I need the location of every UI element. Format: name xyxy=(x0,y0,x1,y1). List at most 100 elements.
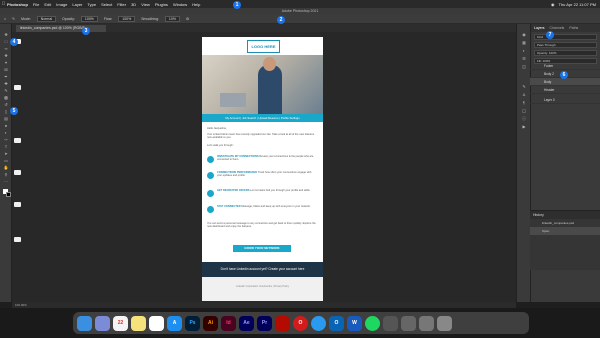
menu-type[interactable]: Type xyxy=(87,2,96,7)
notes-icon[interactable] xyxy=(131,315,146,331)
type-tool-icon[interactable]: T xyxy=(3,144,9,149)
layer-kind-filter[interactable]: Kind xyxy=(534,34,597,40)
character-panel-icon[interactable]: A xyxy=(521,92,527,97)
history-brush-icon[interactable]: ↺ xyxy=(3,102,9,107)
menu-select[interactable]: Select xyxy=(101,2,112,7)
photoshop-icon[interactable]: Ps xyxy=(185,315,200,331)
layer-row[interactable]: Layer 0 xyxy=(530,96,600,104)
shape-tool-icon[interactable]: ▭ xyxy=(3,158,9,163)
dodge-tool-icon[interactable]: ◐ xyxy=(3,130,9,135)
opacity-field[interactable]: 100% xyxy=(80,15,98,22)
brush-icon[interactable]: ✎ xyxy=(3,88,9,93)
smoothing-field[interactable]: 10% xyxy=(164,15,180,22)
canvas-guide-handle[interactable] xyxy=(14,237,21,242)
menu-plugins[interactable]: Plugins xyxy=(155,2,168,7)
glyphs-panel-icon[interactable]: ◯ xyxy=(521,108,527,113)
tab-layers[interactable]: Layers xyxy=(534,24,545,32)
photos-icon[interactable] xyxy=(419,315,434,331)
brush-tool-icon[interactable]: ✎ xyxy=(12,17,15,21)
menu-help[interactable]: Help xyxy=(192,2,200,7)
layer-row[interactable]: Header xyxy=(530,86,600,94)
path-select-icon[interactable]: ➤ xyxy=(3,151,9,156)
menu-app-name[interactable]: Photoshop xyxy=(7,2,28,7)
pen-tool-icon[interactable]: ✑ xyxy=(3,137,9,142)
healing-tool-icon[interactable]: ✚ xyxy=(3,81,9,86)
move-tool-icon[interactable]: ✥ xyxy=(3,32,9,37)
wifi-icon[interactable]: ◉ xyxy=(551,2,555,7)
clock[interactable]: Thu Apr 22 11:07 PM xyxy=(558,2,596,7)
trash-icon[interactable] xyxy=(437,315,452,331)
email-footer: Linkedin Corporation Unsubscribe | Priva… xyxy=(202,277,323,301)
canvas-guide-handle[interactable] xyxy=(14,202,21,207)
zoom-level[interactable]: 100.00% xyxy=(15,303,27,307)
lasso-tool-icon[interactable]: ∞ xyxy=(3,46,9,51)
crop-tool-icon[interactable]: ⌖ xyxy=(3,60,9,65)
panel-icon-strip: ◉ ▦ ◐ ☰ ◫ ✎ A ¶ ◯ ⓘ ▶ xyxy=(516,24,530,302)
hand-tool-icon[interactable]: ✋ xyxy=(3,165,9,170)
canvas-guide-handle[interactable] xyxy=(14,85,21,90)
apple-menu-icon[interactable]:  xyxy=(0,1,7,7)
menu-image[interactable]: Image xyxy=(56,2,67,7)
mode-select[interactable]: Normal xyxy=(36,15,57,22)
cta-button[interactable]: GROW YOUR NETWORK xyxy=(233,245,291,252)
spotify-icon[interactable] xyxy=(365,315,380,331)
gradient-tool-icon[interactable]: ▤ xyxy=(3,116,9,121)
layer-opacity-field[interactable]: Opacity: 100% xyxy=(534,50,597,56)
preview-icon[interactable] xyxy=(401,315,416,331)
zoom-tool-icon[interactable]: ⚲ xyxy=(3,172,9,177)
canvas-guide-handle[interactable] xyxy=(14,170,21,175)
app-store-icon[interactable]: A xyxy=(167,315,182,331)
background-color-swatch[interactable] xyxy=(6,192,11,197)
stamp-tool-icon[interactable]: ▩ xyxy=(3,95,9,100)
history-item[interactable]: Open xyxy=(530,227,600,235)
brush-panel-icon[interactable]: ✎ xyxy=(521,84,527,89)
more-tools-icon[interactable]: ⋯ xyxy=(3,179,9,184)
menu-3d[interactable]: 3D xyxy=(131,2,136,7)
menu-edit[interactable]: Edit xyxy=(44,2,51,7)
menu-file[interactable]: File xyxy=(33,2,39,7)
frame-tool-icon[interactable]: ☒ xyxy=(3,67,9,72)
paragraph-panel-icon[interactable]: ¶ xyxy=(521,100,527,105)
home-icon[interactable]: ⌂ xyxy=(4,17,6,21)
reminders-icon[interactable] xyxy=(149,315,164,331)
calendar-icon[interactable]: 22 xyxy=(113,315,128,331)
libraries-panel-icon[interactable]: ◫ xyxy=(521,64,527,69)
menu-view[interactable]: View xyxy=(141,2,150,7)
safari-icon[interactable] xyxy=(311,315,326,331)
select-tool-icon[interactable]: ❖ xyxy=(3,53,9,58)
acrobat-icon[interactable] xyxy=(275,315,290,331)
marquee-tool-icon[interactable]: □ xyxy=(3,39,9,44)
after-effects-icon[interactable]: Ae xyxy=(239,315,254,331)
indesign-icon[interactable]: Id xyxy=(221,315,236,331)
finder-icon[interactable] xyxy=(77,315,92,331)
layer-row[interactable]: Footer xyxy=(530,62,600,70)
eyedropper-tool-icon[interactable]: ✒ xyxy=(3,74,9,79)
swatches-panel-icon[interactable]: ▦ xyxy=(521,40,527,45)
properties-panel-icon[interactable]: ☰ xyxy=(521,56,527,61)
word-icon[interactable]: W xyxy=(347,315,362,331)
opera-icon[interactable]: O xyxy=(293,315,308,331)
tab-paths[interactable]: Paths xyxy=(569,24,578,32)
launchpad-icon[interactable] xyxy=(95,315,110,331)
menu-filter[interactable]: Filter xyxy=(117,2,126,7)
flow-field[interactable]: 100% xyxy=(118,15,136,22)
menu-window[interactable]: Window xyxy=(173,2,187,7)
history-item[interactable]: linkedin_companies.psd xyxy=(530,219,600,227)
adjustments-panel-icon[interactable]: ◐ xyxy=(521,48,527,53)
blur-tool-icon[interactable]: ● xyxy=(3,123,9,128)
gear-icon[interactable]: ⚙ xyxy=(186,17,189,21)
blend-mode-select[interactable]: Pass Through xyxy=(534,42,597,48)
eraser-tool-icon[interactable]: ▯ xyxy=(3,109,9,114)
illustrator-icon[interactable]: Ai xyxy=(203,315,218,331)
canvas-guide-handle[interactable] xyxy=(14,138,21,143)
menu-layer[interactable]: Layer xyxy=(72,2,82,7)
info-panel-icon[interactable]: ⓘ xyxy=(521,116,527,121)
outlook-icon[interactable]: O xyxy=(329,315,344,331)
color-panel-icon[interactable]: ◉ xyxy=(521,32,527,37)
layer-row[interactable]: Body xyxy=(530,78,600,86)
screens-icon[interactable] xyxy=(383,315,398,331)
actions-panel-icon[interactable]: ▶ xyxy=(521,124,527,129)
premiere-icon[interactable]: Pr xyxy=(257,315,272,331)
history-panel: History linkedin_companies.psd Open xyxy=(530,210,600,270)
document-tab[interactable]: linkedin_companies.psd @ 100% (RGB/8) xyxy=(16,25,106,32)
